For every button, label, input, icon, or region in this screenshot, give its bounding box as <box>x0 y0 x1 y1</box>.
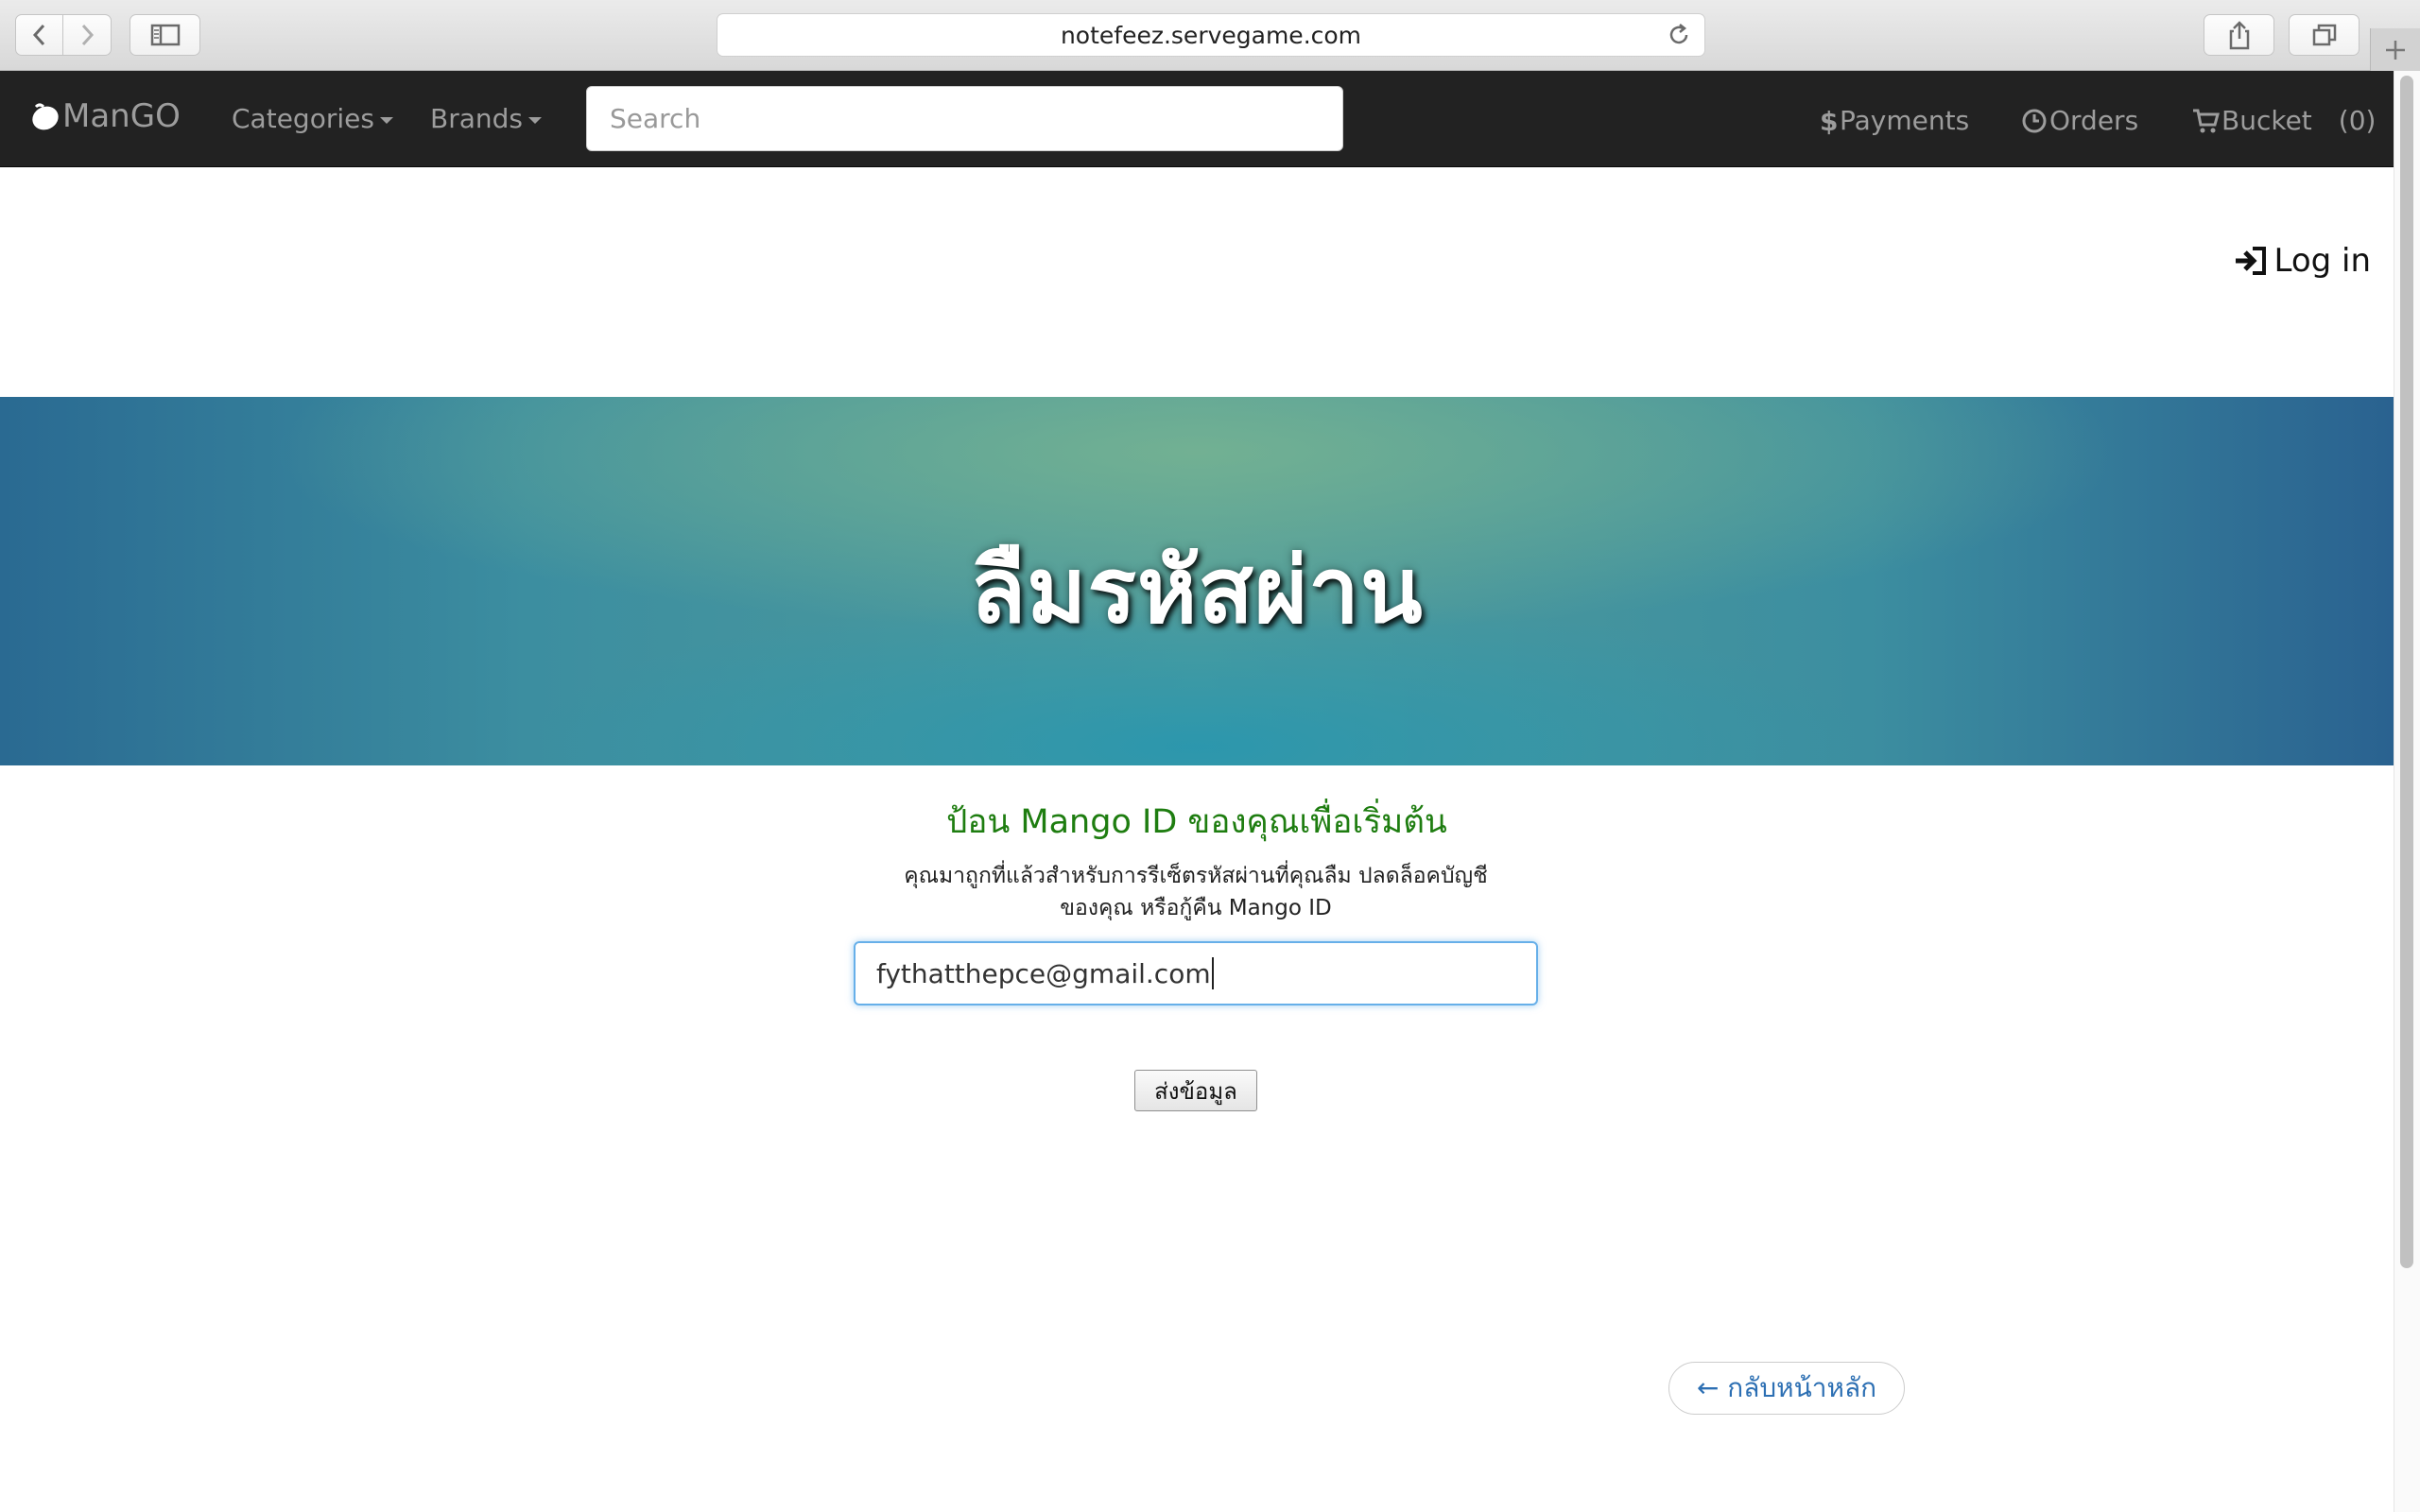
login-icon <box>2236 247 2267 275</box>
back-home-button[interactable]: ← กลับหน้าหลัก <box>1668 1362 1905 1415</box>
share-button[interactable] <box>2204 14 2274 56</box>
login-link[interactable]: Log in <box>2234 242 2371 280</box>
brands-dropdown[interactable]: Brands <box>430 103 542 134</box>
caret-down-icon <box>379 117 393 124</box>
url-text: notefeez.servegame.com <box>1060 21 1362 49</box>
email-value: fythatthepce@gmail.com <box>876 957 1211 989</box>
mango-icon <box>32 103 59 130</box>
forward-button[interactable] <box>63 14 112 56</box>
brands-label: Brands <box>430 103 523 134</box>
orders-link[interactable]: Orders <box>2021 105 2138 136</box>
svg-text:$: $ <box>1820 107 1838 135</box>
tabs-overview-button[interactable] <box>2289 14 2360 56</box>
submit-button[interactable]: ส่งข้อมูล <box>1134 1070 1257 1111</box>
chevron-left-icon <box>32 24 44 46</box>
plus-icon <box>2386 40 2405 60</box>
bucket-link[interactable]: Bucket (0) <box>2191 105 2376 136</box>
form-description: คุณมาถูกที่แล้วสำหรับการรีเซ็ตรหัสผ่านที… <box>851 860 1541 924</box>
sidebar-icon <box>150 24 180 46</box>
address-bar[interactable]: notefeez.servegame.com <box>717 13 1705 57</box>
brand-name: ManGO <box>62 97 181 135</box>
login-label: Log in <box>2273 242 2371 280</box>
bucket-label: Bucket <box>2221 105 2312 136</box>
clock-icon <box>2022 109 2047 132</box>
back-button[interactable] <box>15 14 63 56</box>
form-title: ป้อน Mango ID ของคุณเพื่อเริ่มต้น <box>946 803 1447 841</box>
payments-label: Payments <box>1840 105 1970 136</box>
categories-dropdown[interactable]: Categories <box>232 103 393 134</box>
tabs-icon <box>2312 24 2336 46</box>
sidebar-button[interactable] <box>130 14 200 56</box>
new-tab-button[interactable] <box>2370 28 2420 71</box>
email-field[interactable]: fythatthepce@gmail.com <box>854 941 1538 1005</box>
bucket-count: (0) <box>2338 105 2377 136</box>
chevron-right-icon <box>81 24 95 46</box>
form-description-line: คุณมาถูกที่แล้วสำหรับการรีเซ็ตรหัสผ่านที… <box>904 864 1488 888</box>
share-icon <box>2229 21 2249 50</box>
categories-label: Categories <box>232 103 374 134</box>
brand-logo[interactable]: ManGO <box>28 97 181 135</box>
search-input[interactable] <box>586 86 1343 151</box>
form-description-line: ของคุณ หรือกู้คืน Mango ID <box>1060 896 1332 920</box>
browser-toolbar: notefeez.servegame.com <box>0 0 2420 71</box>
dollar-icon: $ <box>1820 107 1838 135</box>
orders-label: Orders <box>2049 105 2139 136</box>
site-navbar: ManGO Categories Brands $ Payments Order… <box>0 71 2394 167</box>
hero-banner: ลืมรหัสผ่าน <box>0 397 2394 765</box>
caret-down-icon <box>528 117 542 124</box>
back-home-label: ← กลับหน้าหลัก <box>1696 1372 1877 1403</box>
payments-link[interactable]: $ Payments <box>1819 105 1969 136</box>
cart-icon <box>2193 109 2220 132</box>
page-title: ลืมรหัสผ่าน <box>970 538 1424 644</box>
reload-icon[interactable] <box>1667 23 1691 47</box>
text-cursor <box>1211 957 1214 989</box>
scrollbar-thumb[interactable] <box>2400 76 2413 1268</box>
